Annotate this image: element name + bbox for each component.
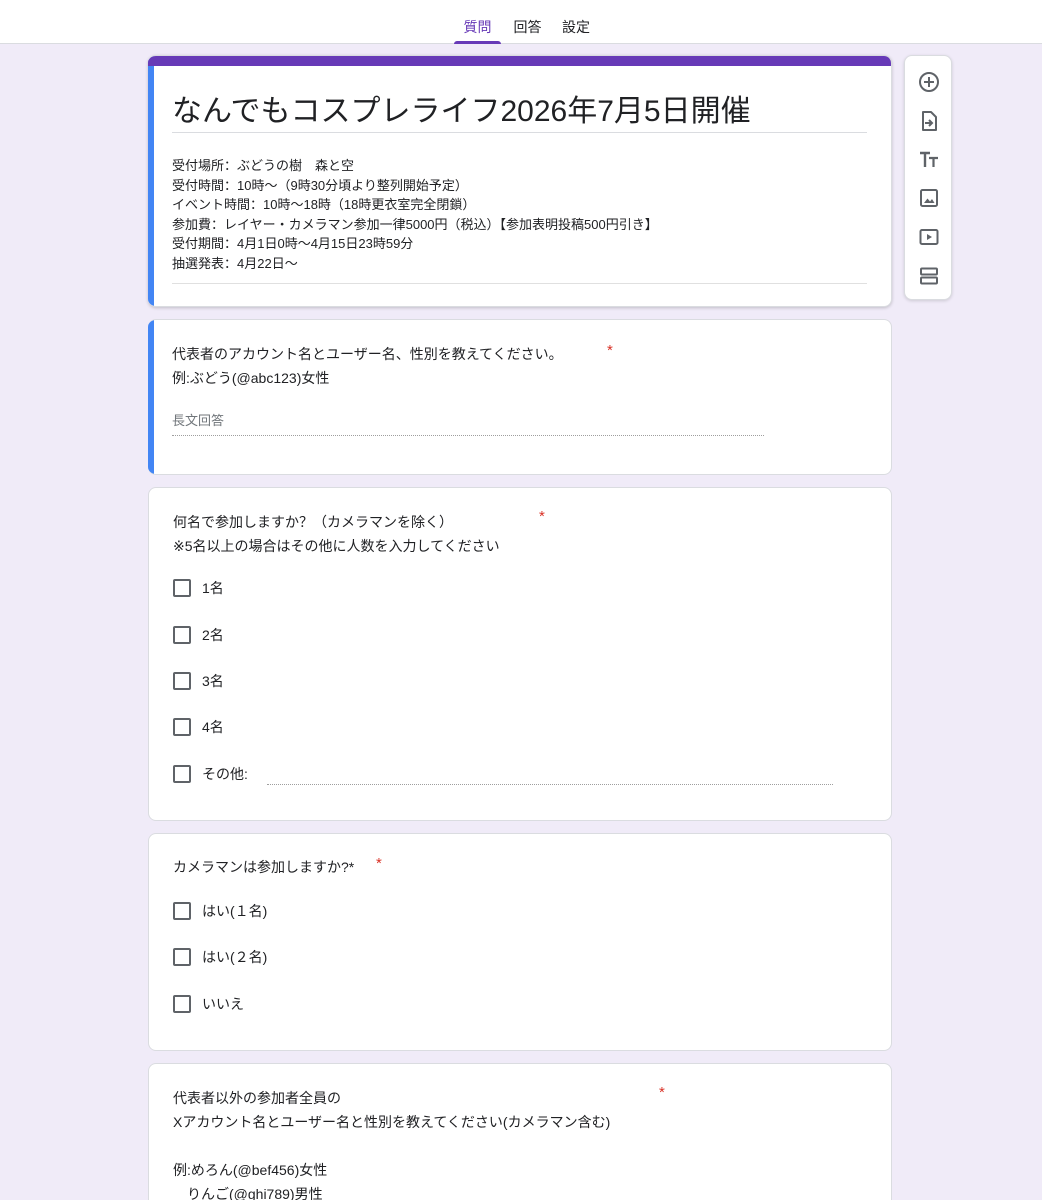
form-header-card[interactable]: なんでもコスプレライフ2026年7月5日開催 受付場所：ぶどうの樹 森と空 受付… (148, 55, 892, 307)
tab-responses[interactable]: 回答 (501, 0, 554, 44)
checkbox[interactable] (173, 995, 191, 1013)
description-line: 受付時間：10時〜（9時30分頃より整列開始予定） (172, 177, 468, 193)
option-label: 3名 (202, 673, 224, 689)
checkbox[interactable] (173, 626, 191, 644)
checkbox[interactable] (173, 579, 191, 597)
question-title: 代表者のアカウント名とユーザー名、性別を教えてください。 例:ぶどう(@abc1… (172, 342, 563, 390)
checkbox[interactable] (173, 902, 191, 920)
question-title-line: カメラマンは参加しますか?* (173, 859, 355, 875)
question-title-spacer (173, 1134, 610, 1158)
question-title-line: ※5名以上の場合はその他に人数を入力してください (173, 538, 500, 554)
description-line: 抽選発表：4月22日〜 (172, 255, 298, 271)
add-section-icon[interactable] (917, 264, 941, 288)
floating-toolbar (904, 55, 952, 300)
description-underline (172, 283, 867, 284)
add-video-icon[interactable] (917, 225, 941, 249)
question-title: 代表者以外の参加者全員の Xアカウント名とユーザー名と性別を教えてください(カメ… (173, 1086, 610, 1200)
question-title-line: りんご(@ghi789)男性 (173, 1186, 323, 1200)
question-card-other-participants[interactable]: 代表者以外の参加者全員の Xアカウント名とユーザー名と性別を教えてください(カメ… (148, 1063, 892, 1200)
tab-questions[interactable]: 質問 (454, 0, 501, 44)
description-line: 参加費：レイヤー・カメラマン参加一律5000円（税込）【参加表明投稿500円引き… (172, 216, 658, 232)
option-yes-2[interactable]: はい(２名) (173, 947, 267, 967)
checkbox[interactable] (173, 948, 191, 966)
question-title-line: 例:ぶどう(@abc123)女性 (172, 370, 330, 386)
import-questions-icon[interactable] (917, 109, 941, 133)
question-title: 何名で参加しますか？（カメラマンを除く） ※5名以上の場合はその他に人数を入力し… (173, 510, 500, 558)
question-title-line: 代表者以外の参加者全員の (173, 1090, 341, 1106)
question-card-cameraman[interactable]: カメラマンは参加しますか?* * はい(１名) はい(２名) いいえ (148, 833, 892, 1051)
question-title-line: 何名で参加しますか？（カメラマンを除く） (173, 514, 453, 530)
checkbox[interactable] (173, 672, 191, 690)
other-text-field[interactable] (267, 784, 833, 785)
question-title: カメラマンは参加しますか?* (173, 855, 354, 879)
question-title-line: 代表者のアカウント名とユーザー名、性別を教えてください。 (172, 346, 563, 362)
option-3[interactable]: 3名 (173, 671, 224, 691)
description-line: 受付期間：4月1日0時〜4月15日23時59分 (172, 236, 414, 251)
question-card-participant-count[interactable]: 何名で参加しますか？（カメラマンを除く） ※5名以上の場合はその他に人数を入力し… (148, 487, 892, 821)
top-bar: 質問 回答 設定 (0, 0, 1042, 44)
question-title-line: 例:めろん(@bef456)女性 (173, 1162, 328, 1178)
option-2[interactable]: 2名 (173, 625, 224, 645)
option-4[interactable]: 4名 (173, 717, 224, 737)
option-label: はい(２名) (202, 949, 268, 965)
option-label: 1名 (202, 580, 224, 596)
option-label: はい(１名) (202, 903, 268, 919)
add-image-icon[interactable] (917, 186, 941, 210)
option-1[interactable]: 1名 (173, 578, 224, 598)
option-label: 4名 (202, 719, 224, 735)
form-description[interactable]: 受付場所：ぶどうの樹 森と空 受付時間：10時〜（9時30分頃より整列開始予定）… (172, 156, 658, 273)
option-no[interactable]: いいえ (173, 994, 244, 1014)
required-asterisk: * (539, 508, 545, 525)
question-card-representative[interactable]: 代表者のアカウント名とユーザー名、性別を教えてください。 例:ぶどう(@abc1… (148, 319, 892, 475)
option-other[interactable]: その他: (173, 764, 248, 784)
option-yes-1[interactable]: はい(１名) (173, 901, 267, 921)
option-label: いいえ (202, 996, 244, 1012)
theme-stripe (148, 56, 891, 66)
form-title[interactable]: なんでもコスプレライフ2026年7月5日開催 (172, 86, 751, 130)
add-title-icon[interactable] (917, 148, 941, 172)
description-line: 受付場所：ぶどうの樹 森と空 (172, 158, 355, 173)
question-title-line: Xアカウント名とユーザー名と性別を教えてください(カメラマン含む) (173, 1114, 611, 1130)
tab-settings[interactable]: 設定 (554, 0, 598, 44)
description-line: イベント時間：10時〜18時（18時更衣室完全閉鎖） (172, 197, 476, 212)
required-asterisk: * (376, 855, 382, 872)
required-asterisk: * (607, 342, 613, 359)
option-label: その他: (202, 766, 248, 782)
title-underline (172, 132, 867, 133)
long-answer-field: 長文回答 (172, 408, 764, 436)
required-asterisk: * (659, 1084, 665, 1101)
checkbox[interactable] (173, 718, 191, 736)
option-label: 2名 (202, 627, 224, 643)
add-question-icon[interactable] (917, 70, 941, 94)
checkbox[interactable] (173, 765, 191, 783)
form-tabs: 質問 回答 設定 (454, 0, 598, 44)
